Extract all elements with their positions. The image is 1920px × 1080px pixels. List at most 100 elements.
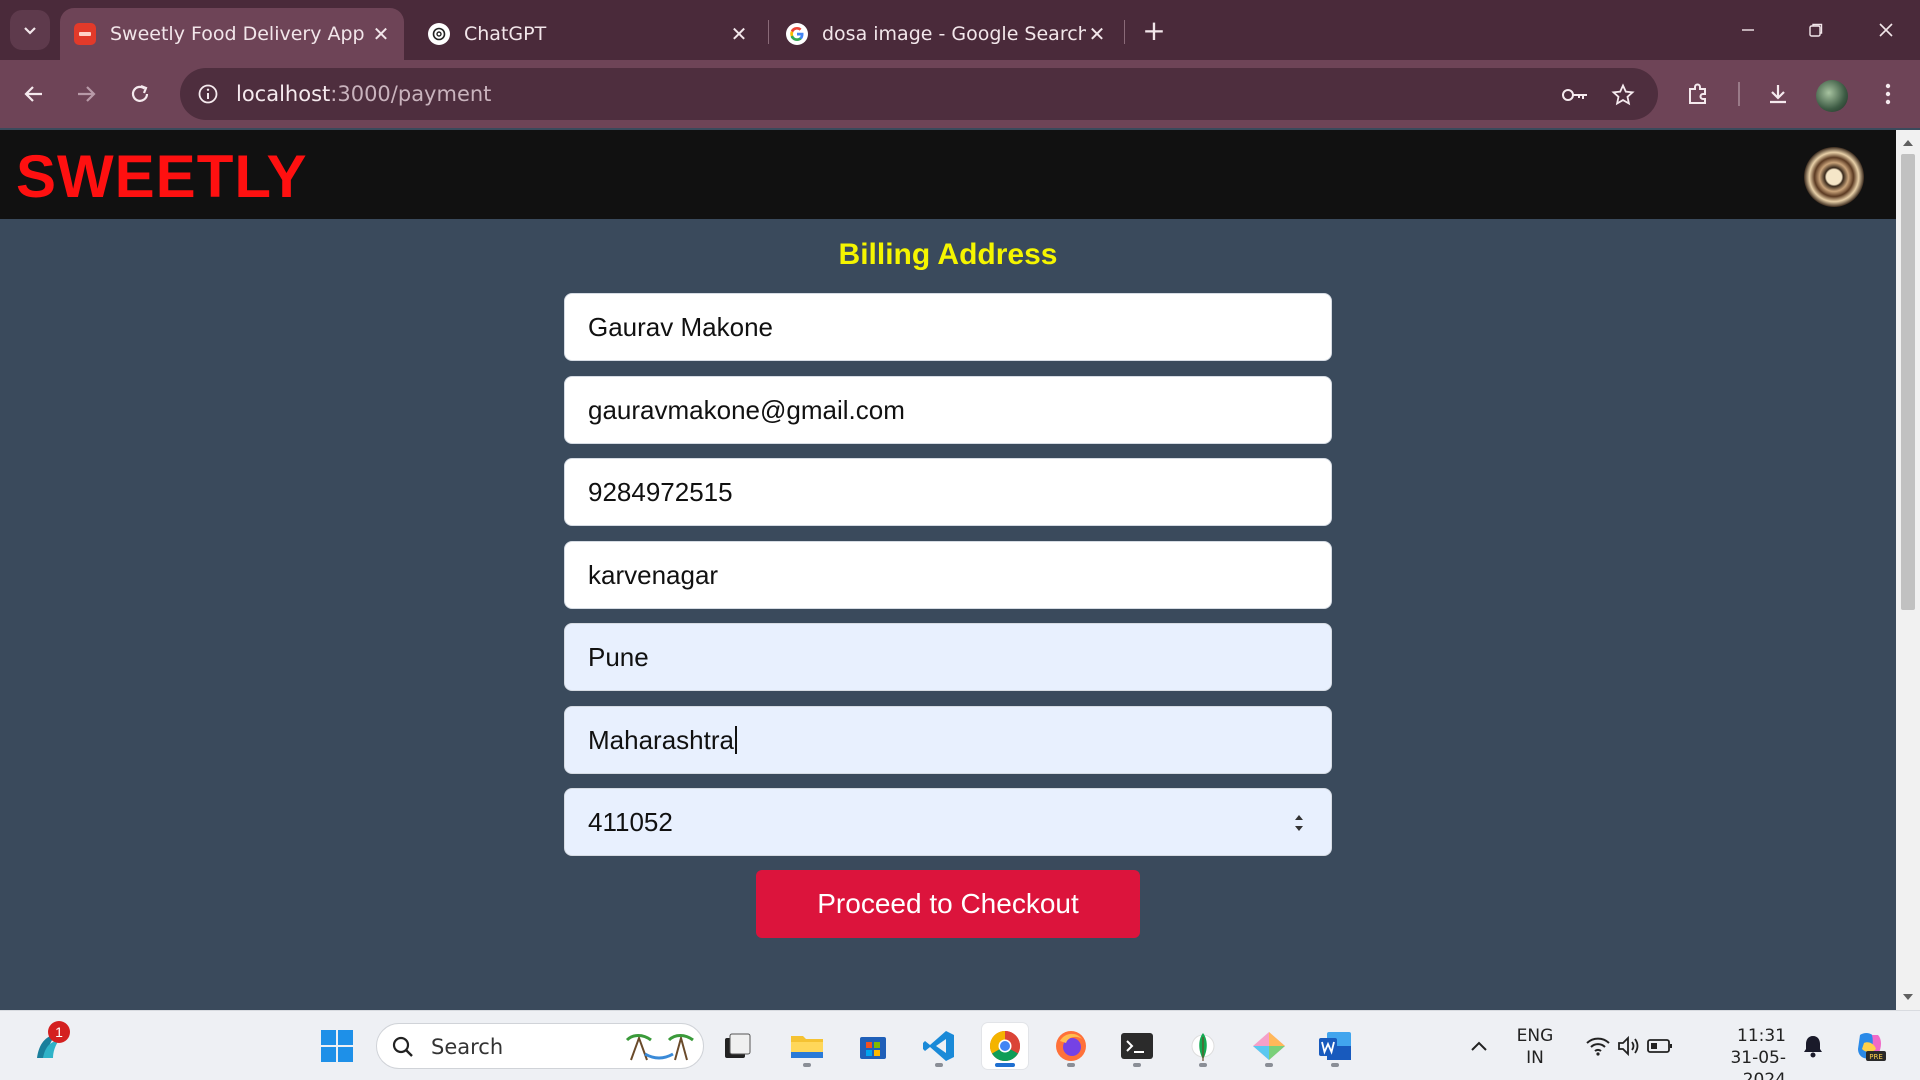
clock-date: 31-05-2024	[1730, 1048, 1786, 1080]
tab-title: Sweetly Food Delivery App	[110, 23, 365, 45]
more-vertical-icon	[1885, 83, 1891, 105]
task-view-button[interactable]	[714, 1023, 760, 1069]
email-value: gauravmakone@gmail.com	[588, 394, 905, 425]
firefox-icon	[1056, 1031, 1086, 1061]
user-avatar[interactable]	[1804, 147, 1864, 207]
tab-google-search[interactable]: dosa image - Google Search ✕	[772, 8, 1120, 60]
terminal-icon	[1121, 1033, 1153, 1059]
minimize-icon	[1742, 29, 1754, 31]
phone-field[interactable]: 9284972515	[564, 458, 1332, 526]
address-field[interactable]: karvenagar	[564, 541, 1332, 609]
taskbar-search-box[interactable]: Search	[376, 1023, 704, 1069]
reload-button[interactable]	[120, 74, 160, 114]
clock[interactable]: 11:31 31-05-2024	[1692, 1025, 1786, 1080]
windows-logo-icon	[321, 1030, 353, 1062]
region-label: IN	[1526, 1048, 1544, 1068]
site-logo[interactable]: SWEETLY	[16, 142, 308, 211]
running-indicator	[1133, 1063, 1141, 1067]
wifi-icon	[1586, 1037, 1610, 1056]
bell-icon	[1804, 1036, 1822, 1058]
downloads-button[interactable]	[1758, 74, 1798, 114]
photos-app[interactable]	[1246, 1023, 1292, 1069]
browser-profile-avatar[interactable]	[1816, 80, 1848, 112]
tab-divider	[768, 20, 769, 44]
tab-sweetly[interactable]: Sweetly Food Delivery App ✕	[60, 8, 404, 60]
scroll-down-arrow-icon[interactable]	[1902, 992, 1914, 1002]
page-viewport: SWEETLY Billing Address Gaurav Makone ga…	[0, 130, 1896, 1010]
url-text: localhost:3000/payment	[236, 82, 491, 106]
site-info-icon[interactable]	[194, 80, 222, 108]
browser-tab-bar: Sweetly Food Delivery App ✕ ChatGPT ✕ do…	[0, 0, 1920, 60]
microsoft-store-app[interactable]	[850, 1023, 896, 1069]
mongodb-compass-app[interactable]	[1180, 1023, 1226, 1069]
vscode-app[interactable]	[916, 1023, 962, 1069]
close-tab-icon[interactable]: ✕	[370, 22, 392, 46]
input-language-indicator[interactable]: ENG IN	[1512, 1025, 1558, 1069]
browser-menu-button[interactable]	[1868, 74, 1908, 114]
show-hidden-icons-button[interactable]	[1456, 1023, 1502, 1069]
notifications-button[interactable]	[1796, 1023, 1830, 1069]
language-label: ENG	[1516, 1026, 1554, 1046]
url-host: localhost	[236, 82, 331, 106]
back-button[interactable]	[14, 74, 54, 114]
state-field[interactable]: Maharashtra	[564, 706, 1332, 774]
site-header: SWEETLY	[0, 130, 1896, 219]
email-field[interactable]: gauravmakone@gmail.com	[564, 376, 1332, 444]
arrow-left-icon	[24, 86, 42, 102]
scrollbar-thumb[interactable]	[1901, 154, 1915, 610]
download-icon	[1770, 85, 1786, 104]
password-key-icon[interactable]	[1560, 80, 1590, 110]
running-indicator	[1199, 1063, 1207, 1067]
bookmark-star-icon[interactable]	[1608, 80, 1638, 110]
arrow-right-icon	[78, 86, 96, 102]
tab-search-button[interactable]	[10, 10, 50, 50]
word-app[interactable]	[1312, 1023, 1358, 1069]
firefox-app[interactable]	[1048, 1023, 1094, 1069]
proceed-to-checkout-button[interactable]: Proceed to Checkout	[756, 870, 1140, 938]
extensions-button[interactable]	[1678, 74, 1718, 114]
terminal-app[interactable]	[1114, 1023, 1160, 1069]
close-icon	[1879, 23, 1893, 37]
tab-chatgpt[interactable]: ChatGPT ✕	[414, 8, 762, 60]
minimize-button[interactable]	[1724, 10, 1772, 50]
pincode-field[interactable]: 411052	[564, 788, 1332, 856]
quick-settings-button[interactable]	[1574, 1023, 1684, 1069]
running-indicator	[803, 1063, 811, 1067]
billing-address-title: Billing Address	[838, 238, 1058, 271]
file-explorer-app[interactable]	[784, 1023, 830, 1069]
forward-button[interactable]	[66, 74, 106, 114]
city-value: Pune	[588, 641, 649, 672]
reload-icon	[131, 84, 149, 102]
mongodb-leaf-icon	[1191, 1033, 1215, 1061]
new-tab-button[interactable]: +	[1138, 14, 1170, 47]
running-indicator	[995, 1063, 1015, 1067]
phone-value: 9284972515	[588, 476, 733, 507]
windows-taskbar: 1 Search ENG IN 11:31 31-05-2024 PRE	[0, 1010, 1920, 1080]
volume-icon	[1618, 1035, 1639, 1057]
sweetly-favicon	[74, 23, 96, 45]
name-field[interactable]: Gaurav Makone	[564, 293, 1332, 361]
tab-title: ChatGPT	[464, 23, 547, 45]
battery-icon	[1647, 1039, 1672, 1053]
task-view-icon	[725, 1033, 751, 1058]
start-button[interactable]	[314, 1023, 360, 1069]
restore-button[interactable]	[1792, 10, 1840, 50]
close-window-button[interactable]	[1862, 10, 1910, 50]
close-tab-icon[interactable]: ✕	[728, 22, 750, 46]
number-spinner-icon[interactable]	[1293, 811, 1305, 835]
scroll-up-arrow-icon[interactable]	[1902, 138, 1914, 148]
copilot-button[interactable]: PRE	[1846, 1023, 1892, 1069]
address-bar[interactable]: localhost:3000/payment	[180, 68, 1658, 120]
google-icon	[786, 23, 808, 45]
vscode-icon	[923, 1031, 954, 1061]
page-scrollbar[interactable]	[1896, 130, 1920, 1010]
state-value: Maharashtra	[588, 724, 734, 755]
address-value: karvenagar	[588, 559, 719, 590]
toolbar-divider	[1738, 82, 1740, 106]
chrome-app[interactable]	[982, 1023, 1028, 1069]
folder-icon	[791, 1036, 823, 1058]
city-field[interactable]: Pune	[564, 623, 1332, 691]
tab-title: dosa image - Google Search	[822, 23, 1086, 45]
search-highlight-icon	[625, 1034, 694, 1061]
close-tab-icon[interactable]: ✕	[1086, 22, 1108, 46]
